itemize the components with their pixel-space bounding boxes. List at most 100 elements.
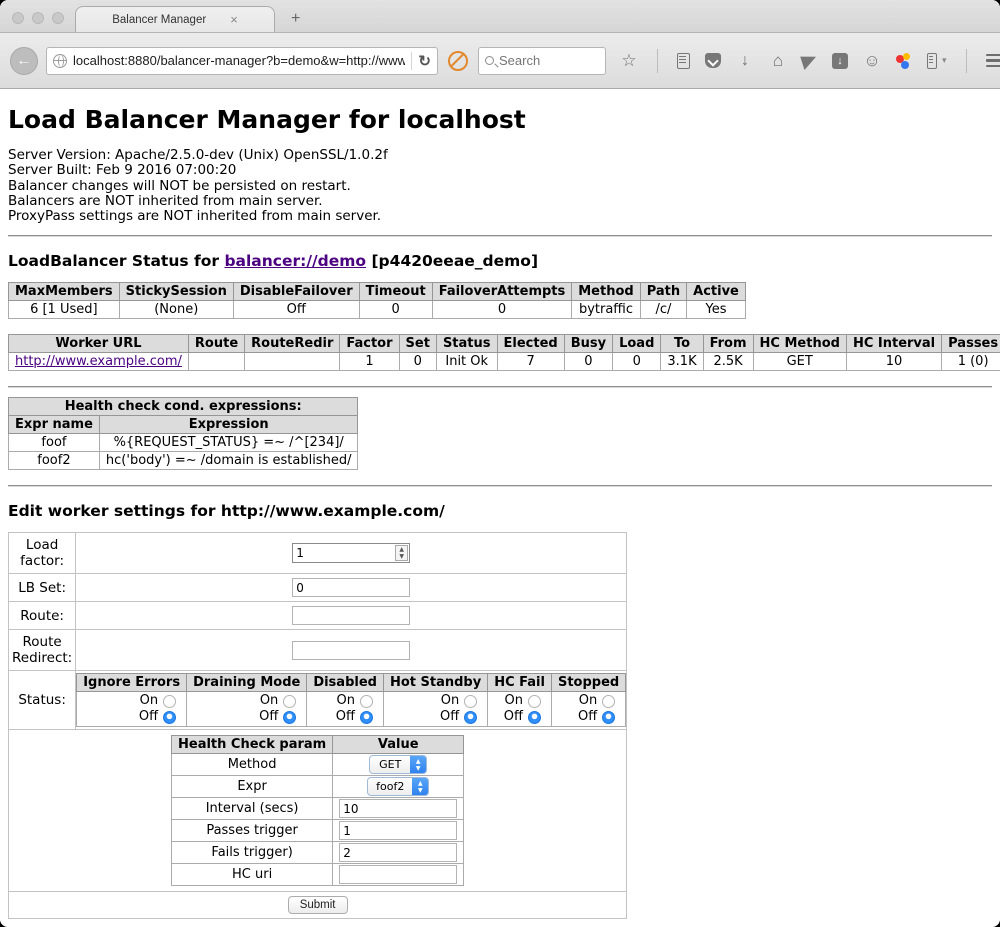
disabled-cell: On Off (307, 692, 384, 727)
chevron-down-icon[interactable]: ▾ (942, 55, 947, 66)
hot-standby-off-radio[interactable] (464, 711, 477, 724)
colorful-extension-icon[interactable] (896, 53, 912, 69)
hc-uri-row: HC uri (172, 864, 464, 886)
passes-input[interactable] (339, 821, 457, 840)
passes-label: Passes trigger (172, 820, 333, 842)
pocket-icon[interactable] (705, 53, 721, 68)
page-content: Load Balancer Manager for localhost Serv… (0, 89, 1000, 927)
hc-fail-on-radio[interactable] (528, 695, 541, 708)
hot-standby-on-radio[interactable] (464, 695, 477, 708)
search-bar[interactable] (478, 47, 606, 75)
draining-mode-on-radio[interactable] (283, 695, 296, 708)
minimize-window-button[interactable] (32, 12, 44, 24)
load-factor-input[interactable] (293, 546, 395, 560)
table-header-row: Expr name Expression (9, 416, 358, 434)
hc-fail-cell: On Off (488, 692, 552, 727)
ignore-errors-on-radio[interactable] (163, 695, 176, 708)
downloads-icon[interactable]: ↓ (736, 52, 754, 70)
ignore-errors-cell: On Off (77, 692, 187, 727)
divider (8, 485, 992, 487)
server-built: Server Built: Feb 9 2016 07:00:20 (8, 162, 236, 178)
zoom-window-button[interactable] (52, 12, 64, 24)
expr-select[interactable]: foof2 ▲▼ (367, 777, 429, 796)
method-select[interactable]: GET ▲▼ (369, 755, 427, 774)
load-factor-field[interactable]: ▲▼ (292, 543, 410, 563)
server-version: Server Version: Apache/2.5.0-dev (Unix) … (8, 147, 388, 163)
url-divider (411, 52, 412, 70)
inherit-note: Balancers are NOT inherited from main se… (8, 193, 323, 209)
disabled-on-radio[interactable] (360, 695, 373, 708)
browser-window: Balancer Manager × + ← localhost:8880/ba… (0, 0, 1000, 927)
server-info: Server Version: Apache/2.5.0-dev (Unix) … (8, 148, 992, 224)
balancer-demo-link[interactable]: balancer://demo (224, 252, 366, 270)
disabled-off-radio[interactable] (360, 711, 373, 724)
number-stepper-icon[interactable]: ▲▼ (395, 545, 408, 561)
tab-close-icon[interactable]: × (230, 12, 238, 27)
bookmark-star-icon[interactable]: ☆ (620, 52, 638, 70)
status-radio-row: On Off On Off On Off (77, 692, 626, 727)
draining-mode-off-radio[interactable] (283, 711, 296, 724)
tab-title: Balancer Manager (112, 14, 206, 26)
reload-icon[interactable]: ↻ (418, 52, 431, 70)
url-bar[interactable]: localhost:8880/balancer-manager?b=demo&w… (46, 47, 438, 75)
status-table: Ignore ErrorsDraining ModeDisabledHot St… (76, 673, 626, 727)
menu-icon[interactable] (986, 54, 1000, 68)
table-row: http://www.example.com/ 1 0 Init Ok 7 0 … (9, 353, 1000, 371)
lb-status-heading: LoadBalancer Status for balancer://demo … (8, 252, 992, 270)
fails-label: Fails trigger) (172, 842, 333, 864)
table-row: 6 [1 Used](None)Off00bytraffic/c/Yes (9, 301, 746, 319)
close-window-button[interactable] (12, 12, 24, 24)
tab-balancer-manager[interactable]: Balancer Manager × (75, 6, 275, 32)
fails-input[interactable] (339, 843, 457, 862)
hc-uri-input[interactable] (339, 865, 457, 884)
ignore-errors-off-radio[interactable] (163, 711, 176, 724)
table-header-row: MaxMembersStickySessionDisableFailoverTi… (9, 283, 746, 301)
url-text[interactable]: localhost:8880/balancer-manager?b=demo&w… (73, 53, 405, 68)
table-header-row: Health Check param Value (172, 736, 464, 754)
expr-table: Health check cond. expressions: Expr nam… (8, 397, 358, 470)
worker-table: Worker URLRouteRouteRedirFactorSetStatus… (8, 334, 1000, 371)
submit-row: Submit (9, 892, 627, 919)
route-label: Route: (9, 602, 76, 630)
hc-uri-label: HC uri (172, 864, 333, 886)
stopped-cell: On Off (551, 692, 625, 727)
feedback-smiley-icon[interactable]: ☺ (863, 52, 881, 70)
content-blocked-icon[interactable] (448, 51, 468, 71)
page-title: Load Balancer Manager for localhost (8, 89, 992, 134)
back-button[interactable]: ← (10, 47, 38, 75)
draining-mode-cell: On Off (187, 692, 307, 727)
window-controls[interactable] (12, 12, 64, 24)
divider (8, 386, 992, 388)
stopped-off-radio[interactable] (602, 711, 615, 724)
worker-settings-form: Load factor: ▲▼ LB Set: Route: Route Red… (8, 532, 627, 919)
reading-list-icon[interactable] (677, 53, 690, 69)
lb-set-input[interactable] (292, 578, 410, 597)
route-row: Route: (9, 602, 627, 630)
stopped-on-radio[interactable] (602, 695, 615, 708)
method-label: Method (172, 754, 333, 776)
worker-url-link[interactable]: http://www.example.com/ (15, 354, 182, 369)
new-tab-button[interactable]: + (291, 10, 300, 28)
lb-status-table: MaxMembersStickySessionDisableFailoverTi… (8, 282, 746, 319)
send-tab-icon[interactable] (800, 52, 819, 70)
route-input[interactable] (292, 606, 410, 625)
extension-download-icon[interactable]: ↓ (832, 53, 848, 69)
server-extension-icon[interactable] (927, 53, 937, 69)
interval-label: Interval (secs) (172, 798, 333, 820)
home-icon[interactable]: ⌂ (769, 52, 787, 70)
toolbar-divider (657, 49, 658, 73)
interval-input[interactable] (339, 799, 457, 818)
hc-fail-off-radio[interactable] (528, 711, 541, 724)
fails-row: Fails trigger) (172, 842, 464, 864)
submit-button[interactable]: Submit (288, 896, 348, 914)
search-input[interactable] (499, 53, 599, 68)
select-stepper-icon: ▲▼ (410, 756, 426, 773)
edit-worker-heading: Edit worker settings for http://www.exam… (8, 502, 992, 520)
route-redirect-input[interactable] (292, 641, 410, 660)
method-row: Method GET ▲▼ (172, 754, 464, 776)
navigation-toolbar: ← localhost:8880/balancer-manager?b=demo… (0, 33, 1000, 89)
persist-note: Balancer changes will NOT be persisted o… (8, 178, 351, 194)
divider (8, 235, 992, 237)
proxypass-note: ProxyPass settings are NOT inherited fro… (8, 208, 381, 224)
site-identity-icon[interactable] (53, 54, 67, 68)
